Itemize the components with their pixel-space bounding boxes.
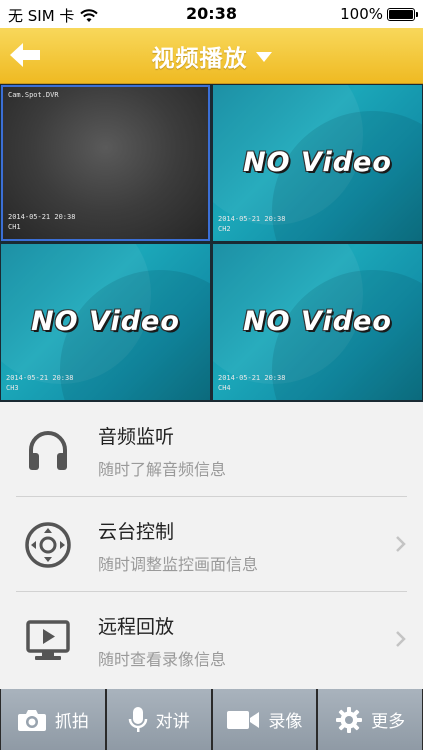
title-dropdown[interactable]: 视频播放 xyxy=(0,28,423,84)
feature-subtitle: 随时查看录像信息 xyxy=(98,650,227,669)
feature-title: 云台控制 xyxy=(98,521,175,543)
osd-title: Cam.Spot.DVR xyxy=(8,91,59,99)
headphones-icon xyxy=(29,431,67,470)
osd-timestamp: 2014-05-21 20:38 xyxy=(6,374,74,382)
no-video-label: NO Video xyxy=(243,306,392,337)
feature-subtitle: 随时调整监控画面信息 xyxy=(98,555,259,574)
feature-title: 音频监听 xyxy=(98,426,175,448)
osd-timestamp: 2014-05-21 20:38 xyxy=(8,213,76,221)
feature-list: 音频监听 随时了解音频信息 云台控制 随时调整监控画面信息 远程回放 随时查看录… xyxy=(0,402,423,689)
osd-channel: CH2 xyxy=(218,225,231,233)
playback-monitor-icon xyxy=(26,620,70,660)
osd-timestamp: 2014-05-21 20:38 xyxy=(218,215,286,223)
talk-button[interactable]: 对讲 xyxy=(106,689,211,750)
osd-channel: CH3 xyxy=(6,384,19,392)
talk-label: 对讲 xyxy=(155,712,190,732)
snapshot-label: 抓拍 xyxy=(54,712,89,732)
record-label: 录像 xyxy=(268,712,303,732)
nav-bar: 视频播放 xyxy=(0,28,423,84)
chevron-right-icon xyxy=(396,536,406,552)
no-video-label: NO Video xyxy=(243,147,392,178)
video-grid: Cam.Spot.DVR 2014-05-21 20:38 CH1 NO Vid… xyxy=(0,84,423,402)
video-cell-2[interactable]: NO Video 2014-05-21 20:38 CH2 xyxy=(213,85,422,241)
video-cell-4[interactable]: NO Video 2014-05-21 20:38 CH4 xyxy=(213,244,422,400)
feature-subtitle: 随时了解音频信息 xyxy=(98,460,227,479)
battery-percent: 100% xyxy=(340,5,383,23)
page-title: 视频播放 xyxy=(151,46,248,72)
no-video-label: NO Video xyxy=(31,306,180,337)
snapshot-button[interactable]: 抓拍 xyxy=(1,689,105,750)
video-camera-icon xyxy=(227,710,260,729)
video-cell-1[interactable]: Cam.Spot.DVR 2014-05-21 20:38 CH1 xyxy=(1,85,210,241)
camera-icon xyxy=(17,709,46,731)
feature-title: 远程回放 xyxy=(98,616,175,638)
more-button[interactable]: 更多 xyxy=(318,689,422,750)
ptz-control-icon xyxy=(25,522,71,568)
more-label: 更多 xyxy=(371,712,406,732)
status-bar: 无 SIM 卡 20:38 100% xyxy=(0,0,423,28)
battery-indicator: 100% xyxy=(340,5,418,23)
osd-timestamp: 2014-05-21 20:38 xyxy=(218,374,286,382)
caret-down-icon xyxy=(255,52,272,62)
feature-audio-monitor[interactable]: 音频监听 随时了解音频信息 xyxy=(16,402,407,497)
osd-channel: CH1 xyxy=(8,223,21,231)
gear-icon xyxy=(336,706,363,733)
video-cell-3[interactable]: NO Video 2014-05-21 20:38 CH3 xyxy=(1,244,210,400)
osd-channel: CH4 xyxy=(218,384,231,392)
feature-ptz-control[interactable]: 云台控制 随时调整监控画面信息 xyxy=(16,497,407,592)
battery-icon xyxy=(387,7,418,21)
chevron-right-icon xyxy=(396,631,406,647)
bottom-toolbar: 抓拍 对讲 录像 更多 xyxy=(0,689,423,750)
microphone-icon xyxy=(128,706,147,732)
feature-remote-playback[interactable]: 远程回放 随时查看录像信息 xyxy=(16,592,407,687)
record-button[interactable]: 录像 xyxy=(212,689,317,750)
